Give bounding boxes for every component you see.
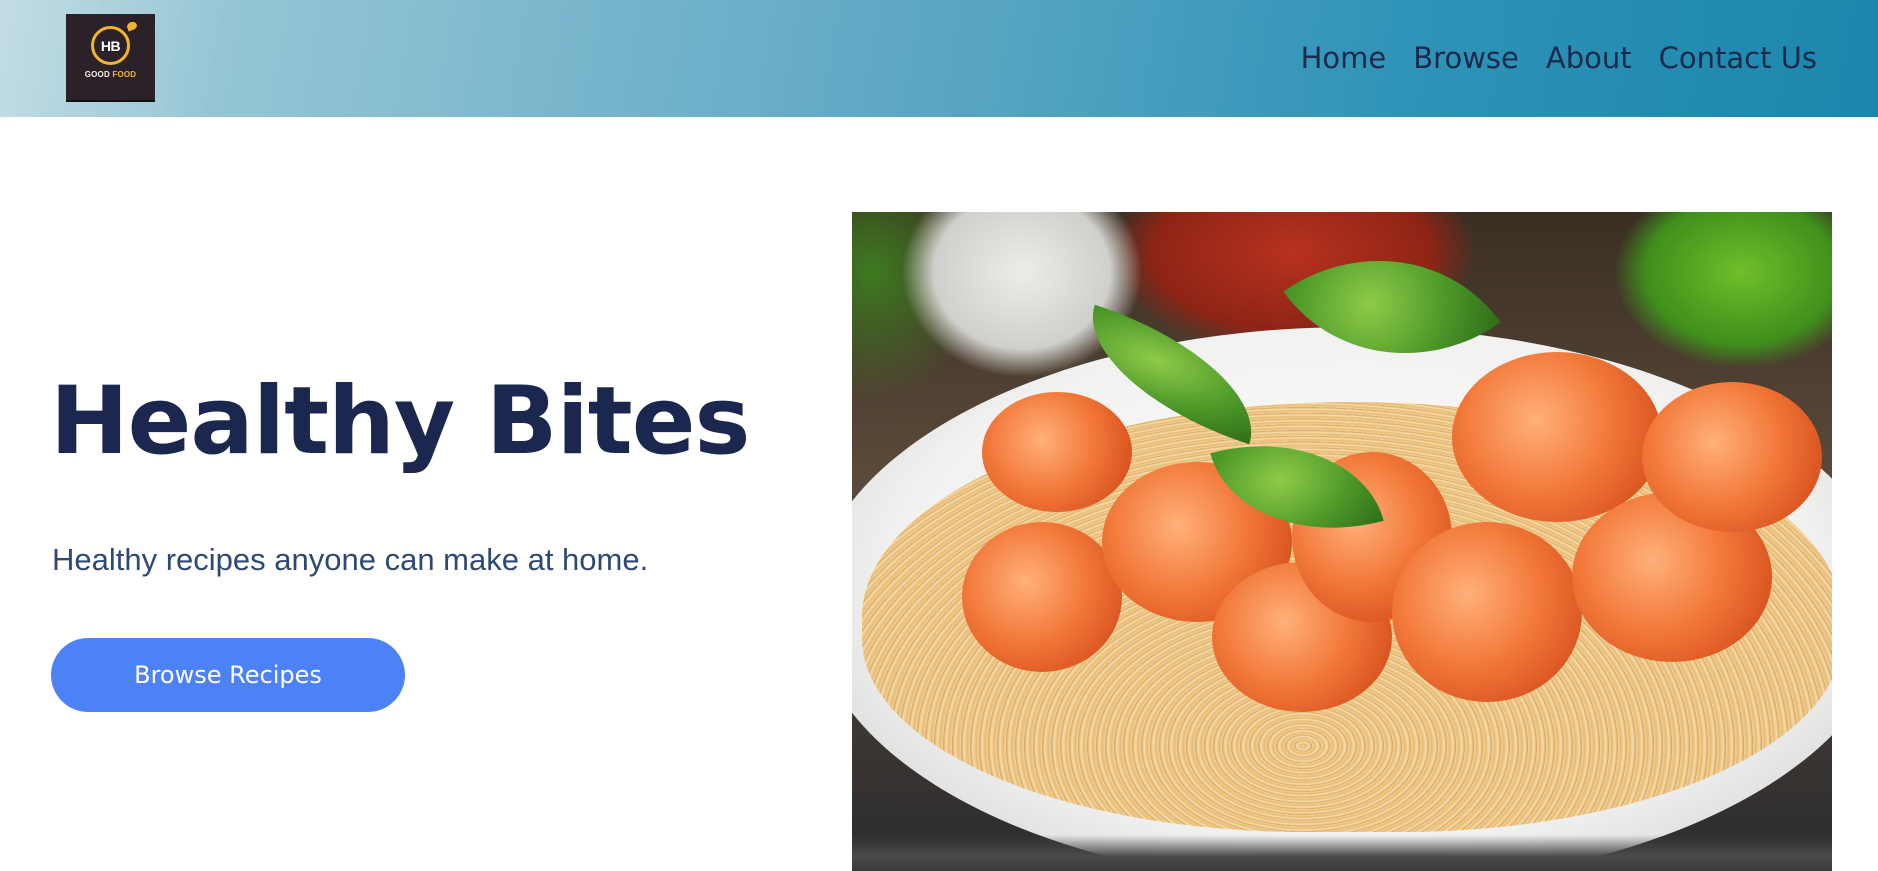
- nav-contact-us[interactable]: Contact Us: [1659, 38, 1817, 78]
- hero-image-shrimp-pasta: [852, 212, 1832, 871]
- hero-title: Healthy Bites: [50, 367, 750, 476]
- logo-emblem: HB: [91, 20, 139, 65]
- hero-subtitle: Healthy recipes anyone can make at home.: [52, 542, 649, 577]
- shrimp: [1642, 382, 1822, 532]
- logo-tagline-part1: GOOD: [84, 70, 110, 79]
- nav-browse[interactable]: Browse: [1413, 38, 1519, 78]
- main-nav: Home Browse About Contact Us: [1301, 38, 1817, 78]
- nav-about[interactable]: About: [1546, 38, 1632, 78]
- shrimp: [1452, 352, 1662, 522]
- logo-tagline-part2: FOOD: [112, 70, 137, 79]
- logo-initials: HB: [100, 37, 121, 54]
- leaf-icon: [125, 20, 139, 32]
- logo-tagline: GOOD FOOD: [66, 70, 155, 79]
- site-header: HB GOOD FOOD Home Browse About Contact U…: [0, 0, 1878, 117]
- logo[interactable]: HB GOOD FOOD: [66, 14, 155, 102]
- nav-home[interactable]: Home: [1301, 38, 1387, 78]
- shrimp: [982, 392, 1132, 512]
- table-surface: [852, 835, 1832, 871]
- shrimp: [1392, 522, 1582, 702]
- shrimp: [962, 522, 1122, 672]
- browse-recipes-button[interactable]: Browse Recipes: [51, 638, 405, 712]
